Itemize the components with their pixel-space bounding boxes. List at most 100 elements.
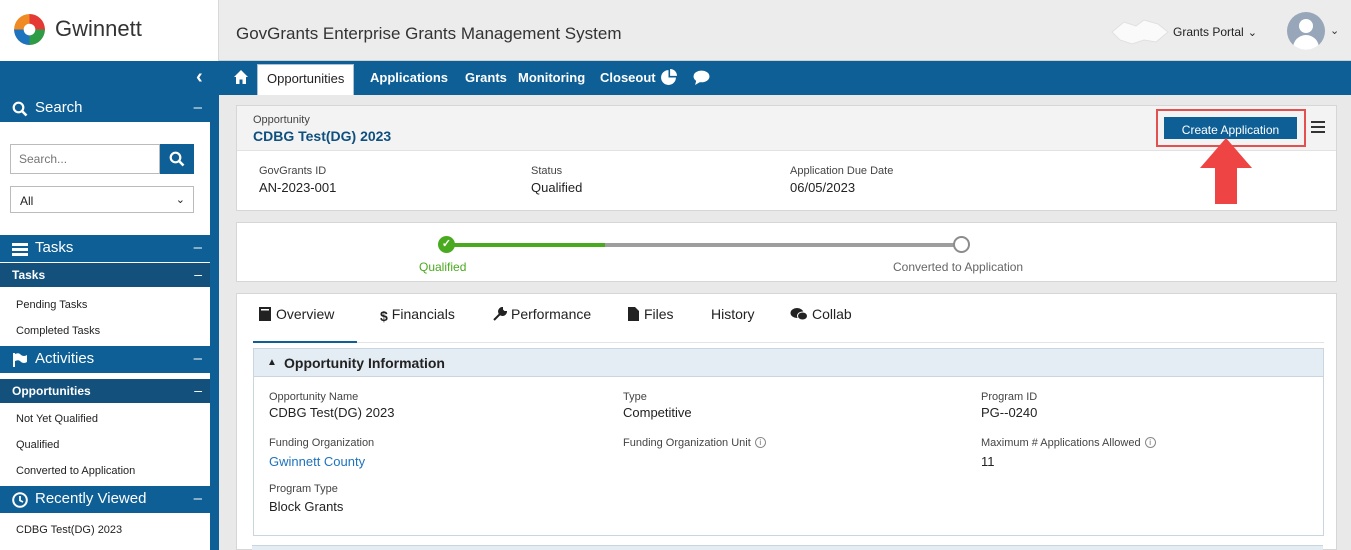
- step-qualified-label: Qualified: [419, 260, 467, 274]
- handshake-icon: [1111, 19, 1169, 45]
- sidebar-filter-value: All: [20, 194, 34, 208]
- sidebar-activities-label: Activities: [35, 350, 95, 367]
- status-value: Qualified: [531, 180, 583, 195]
- flag-icon: [13, 353, 27, 367]
- sidebar-tasks-header[interactable]: Tasks –: [0, 235, 210, 262]
- avatar[interactable]: [1287, 12, 1325, 50]
- nav-monitoring[interactable]: Monitoring: [518, 70, 585, 85]
- program-type-label: Program Type: [269, 483, 338, 495]
- tab-files-label: Files: [644, 306, 674, 322]
- active-tab-indicator: [253, 341, 357, 343]
- sidebar-recent-header[interactable]: Recently Viewed –: [0, 486, 210, 513]
- tab-history-label: History: [711, 306, 755, 322]
- program-type-value: Block Grants: [269, 499, 344, 514]
- sidebar-opportunities-subheader[interactable]: Opportunities –: [0, 379, 210, 403]
- collapse-icon[interactable]: –: [194, 490, 202, 507]
- sidebar-item-converted[interactable]: Converted to Application: [16, 465, 135, 477]
- home-icon[interactable]: [233, 69, 249, 85]
- menu-icon[interactable]: [1310, 119, 1326, 135]
- tab-overview[interactable]: Overview: [258, 306, 334, 322]
- govgrants-id-label: GovGrants ID: [259, 165, 327, 177]
- max-apps-value: 11: [981, 454, 995, 469]
- sidebar-item-qualified[interactable]: Qualified: [16, 439, 59, 451]
- chat-icon[interactable]: [693, 69, 710, 86]
- nav-grants[interactable]: Grants: [465, 70, 507, 85]
- funding-org-label: Funding Organization: [269, 437, 375, 449]
- tab-collab-label: Collab: [812, 306, 852, 322]
- nav-opportunities[interactable]: Opportunities: [257, 64, 355, 95]
- program-id-label: Program ID: [981, 391, 1038, 403]
- sidebar-edge: [210, 95, 219, 550]
- brand-area[interactable]: Gwinnett: [0, 0, 219, 61]
- status-label: Status: [531, 165, 563, 177]
- sidebar-filter-select[interactable]: All ⌄: [10, 186, 194, 213]
- next-section-header: [252, 545, 1323, 550]
- max-apps-field: Maximum # Applications Allowed i: [981, 437, 1156, 449]
- nav-applications[interactable]: Applications: [370, 70, 448, 85]
- tab-collab[interactable]: Collab: [790, 306, 852, 322]
- tab-financials-label: Financials: [391, 306, 455, 322]
- collapse-icon[interactable]: –: [194, 350, 202, 367]
- system-title: GovGrants Enterprise Grants Management S…: [236, 24, 622, 43]
- collapse-icon[interactable]: –: [194, 99, 202, 116]
- step-converted-label: Converted to Application: [893, 260, 1024, 274]
- collapse-sidebar-icon[interactable]: ‹: [196, 66, 203, 89]
- book-icon: [259, 307, 271, 321]
- tab-performance[interactable]: Performance: [493, 306, 591, 322]
- dollar-icon: $: [380, 308, 388, 324]
- tab-history[interactable]: History: [711, 306, 755, 322]
- sidebar-search-header[interactable]: Search –: [0, 95, 210, 122]
- collab-icon: [790, 308, 808, 321]
- govgrants-id-value: AN-2023-001: [259, 180, 337, 195]
- sidebar-search-input[interactable]: [10, 144, 160, 174]
- section-header[interactable]: ▲ Opportunity Information: [254, 349, 1323, 377]
- info-icon[interactable]: i: [754, 437, 766, 448]
- red-arrow-annotation: [1200, 138, 1252, 204]
- opportunity-name-value: CDBG Test(DG) 2023: [269, 405, 395, 420]
- sidebar-tasks-subheader[interactable]: Tasks –: [0, 263, 210, 287]
- tab-financials[interactable]: $ Financials: [380, 306, 455, 324]
- sidebar-search-label: Search: [35, 99, 83, 116]
- collapse-icon[interactable]: –: [194, 266, 202, 282]
- sidebar-item-completed-tasks[interactable]: Completed Tasks: [16, 325, 100, 337]
- chevron-down-icon[interactable]: ⌄: [1330, 24, 1339, 37]
- sidebar-tasks-label: Tasks: [35, 239, 74, 256]
- wrench-icon: [493, 307, 507, 321]
- search-icon: [169, 151, 185, 167]
- opportunity-header: Opportunity CDBG Test(DG) 2023 Create Ap…: [236, 105, 1337, 211]
- chevron-down-icon: ⌄: [1247, 27, 1257, 39]
- sidebar: Search – All ⌄ Tasks – Tasks – Pending T…: [0, 95, 210, 550]
- sidebar-search-button[interactable]: [160, 144, 194, 174]
- create-application-button[interactable]: Create Application: [1164, 117, 1297, 139]
- file-icon: [628, 307, 639, 321]
- clock-icon: [12, 492, 28, 508]
- main-nav: ‹ Opportunities Applications Grants Moni…: [0, 61, 1351, 95]
- sidebar-item-pending-tasks[interactable]: Pending Tasks: [16, 299, 87, 311]
- tasks-icon: [12, 243, 28, 256]
- portal-dropdown[interactable]: Grants Portal ⌄: [1173, 25, 1257, 39]
- tab-overview-label: Overview: [276, 306, 335, 322]
- tab-divider: [253, 342, 1324, 343]
- type-value: Competitive: [623, 405, 692, 420]
- max-apps-label: Maximum # Applications Allowed: [981, 437, 1141, 449]
- nav-closeout[interactable]: Closeout: [600, 70, 656, 85]
- sidebar-item-not-yet-qualified[interactable]: Not Yet Qualified: [16, 413, 98, 425]
- search-icon: [12, 101, 28, 117]
- collapse-icon[interactable]: –: [194, 382, 202, 398]
- funding-org-link[interactable]: Gwinnett County: [269, 454, 365, 469]
- sidebar-activities-header[interactable]: Activities –: [0, 346, 210, 373]
- chevron-down-icon: ⌄: [175, 194, 185, 206]
- opportunity-title: CDBG Test(DG) 2023: [253, 128, 392, 144]
- step-pending-icon: [953, 236, 970, 253]
- collapse-icon[interactable]: –: [194, 239, 202, 256]
- tab-files[interactable]: Files: [627, 306, 674, 322]
- info-icon[interactable]: i: [1144, 437, 1156, 448]
- sidebar-recent-label: Recently Viewed: [35, 490, 147, 507]
- check-icon: ✓: [438, 236, 455, 253]
- sidebar-item-recent[interactable]: CDBG Test(DG) 2023: [16, 524, 122, 536]
- funding-org-unit-label: Funding Organization Unit: [623, 437, 751, 449]
- due-date-value: 06/05/2023: [790, 180, 856, 195]
- top-header: Gwinnett GovGrants Enterprise Grants Man…: [0, 0, 1351, 61]
- pie-chart-icon[interactable]: [660, 69, 677, 86]
- section-title: Opportunity Information: [284, 355, 445, 371]
